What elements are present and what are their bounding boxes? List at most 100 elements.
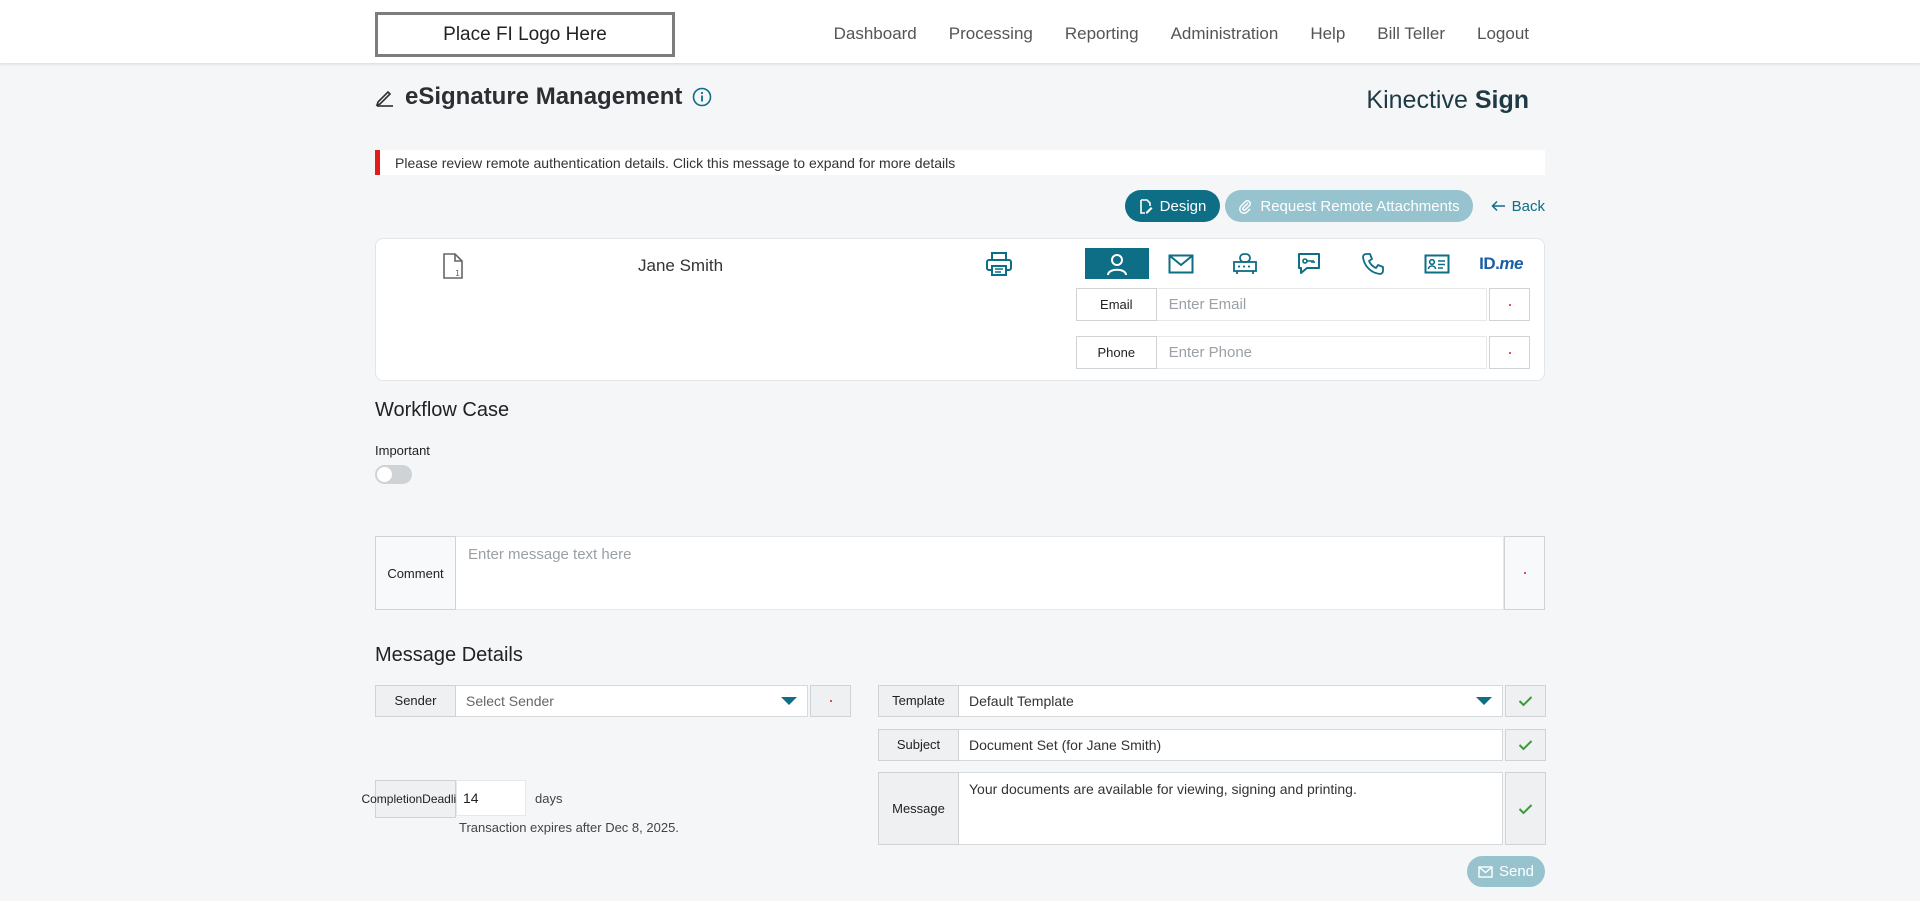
phone-row: Phone Enter Phone: [1076, 336, 1530, 369]
status-dot: [829, 700, 832, 702]
auth-tab-email[interactable]: [1149, 248, 1213, 279]
status-dot: [1508, 351, 1511, 354]
checkmark-icon: [1518, 696, 1533, 707]
sender-select-value: Select Sender: [466, 693, 554, 709]
sender-status-button[interactable]: [810, 685, 851, 717]
phone-field[interactable]: Enter Phone: [1156, 336, 1488, 369]
nav-help[interactable]: Help: [1310, 24, 1345, 44]
comment-status-button[interactable]: [1504, 536, 1545, 610]
toggle-knob: [377, 467, 392, 482]
template-check-button[interactable]: [1505, 685, 1546, 717]
nav-logout[interactable]: Logout: [1477, 24, 1529, 44]
idme-main: ID.: [1479, 253, 1500, 273]
signer-card: 1 Jane Smith ID.me Email Enter Email Pho…: [375, 238, 1545, 381]
important-toggle[interactable]: [375, 465, 412, 484]
arrow-left-icon: [1491, 200, 1505, 212]
svg-text:1: 1: [455, 269, 460, 278]
kinective-sign-logo: Kinective Sign: [1366, 86, 1529, 115]
message-row: Message Your documents are available for…: [878, 772, 1546, 845]
paperclip-icon: [1239, 199, 1252, 214]
email-status-button[interactable]: [1489, 288, 1530, 321]
deadline-days-input[interactable]: 14: [456, 780, 526, 816]
message-label: Message: [878, 772, 959, 845]
subject-field[interactable]: Document Set (for Jane Smith): [959, 729, 1503, 761]
expires-note: Transaction expires after Dec 8, 2025.: [459, 820, 679, 835]
nav-processing[interactable]: Processing: [949, 24, 1033, 44]
brand-light: Kinective: [1366, 86, 1468, 114]
mail-icon: [1168, 254, 1194, 273]
main-nav: Dashboard Processing Reporting Administr…: [802, 24, 1529, 44]
design-label: Design: [1159, 197, 1207, 215]
page-title: eSignature Management: [375, 83, 712, 111]
chevron-down-icon: [1476, 697, 1492, 705]
template-select[interactable]: Default Template: [959, 685, 1503, 717]
signer-name: Jane Smith: [638, 256, 724, 275]
checkmark-icon: [1518, 803, 1533, 814]
pen-icon: [375, 87, 395, 107]
page-title-text: eSignature Management: [405, 83, 683, 110]
action-bar: Design Request Remote Attachments Back: [1124, 190, 1545, 222]
info-icon[interactable]: [692, 87, 712, 107]
auth-tab-person[interactable]: [1085, 248, 1149, 279]
idme-italic: me: [1499, 253, 1523, 273]
chat-key-icon: [1298, 252, 1320, 274]
back-label: Back: [1511, 197, 1545, 215]
nav-user[interactable]: Bill Teller: [1377, 24, 1445, 44]
auth-tab-phone[interactable]: [1341, 248, 1405, 279]
design-button[interactable]: Design: [1124, 190, 1221, 222]
request-remote-attachments-button[interactable]: Request Remote Attachments: [1225, 190, 1473, 222]
nav-reporting[interactable]: Reporting: [1065, 24, 1139, 44]
deadline-label-line1: Completion: [361, 791, 423, 806]
auth-tab-router[interactable]: [1213, 248, 1277, 279]
top-bar: Place FI Logo Here Dashboard Processing …: [0, 0, 1920, 63]
auth-alert-message[interactable]: Please review remote authentication deta…: [375, 150, 1545, 175]
message-check-button[interactable]: [1505, 772, 1546, 845]
idme-logo: ID.me: [1479, 254, 1523, 274]
phone-icon: [1362, 252, 1384, 275]
sender-select[interactable]: Select Sender: [456, 685, 808, 717]
template-select-value: Default Template: [969, 693, 1074, 709]
email-label: Email: [1076, 288, 1157, 321]
important-label: Important: [375, 443, 430, 458]
subject-check-button[interactable]: [1505, 729, 1546, 761]
comment-input[interactable]: Enter message text here: [456, 536, 1504, 610]
id-card-icon: [1424, 254, 1450, 273]
send-label: Send: [1498, 863, 1535, 880]
workflow-case-heading: Workflow Case: [375, 399, 510, 421]
send-button[interactable]: Send: [1467, 856, 1545, 887]
email-row: Email Enter Email: [1076, 288, 1530, 321]
auth-method-tabs: ID.me: [1085, 248, 1533, 279]
template-row: Template Default Template: [878, 685, 1546, 717]
auth-tab-chat-key[interactable]: [1277, 248, 1341, 279]
message-details-heading: Message Details: [375, 644, 523, 666]
document-icon: 1: [442, 253, 464, 284]
phone-status-button[interactable]: [1489, 336, 1530, 369]
template-label: Template: [878, 685, 959, 717]
auth-tab-id-card[interactable]: [1405, 248, 1469, 279]
fi-logo-placeholder[interactable]: Place FI Logo Here: [375, 12, 675, 57]
mail-icon: [1478, 865, 1493, 878]
days-unit: days: [535, 791, 563, 806]
message-field[interactable]: Your documents are available for viewing…: [959, 772, 1503, 845]
subject-row: Subject Document Set (for Jane Smith): [878, 729, 1546, 761]
phone-label: Phone: [1076, 336, 1157, 369]
auth-tab-idme[interactable]: ID.me: [1469, 248, 1533, 279]
status-dot: [1523, 572, 1526, 574]
email-field[interactable]: Enter Email: [1156, 288, 1488, 321]
person-icon: [1107, 253, 1127, 275]
nav-administration[interactable]: Administration: [1171, 24, 1279, 44]
completion-deadline-label: Completion Deadline: [361, 780, 470, 818]
request-remote-label: Request Remote Attachments: [1260, 197, 1460, 215]
back-button[interactable]: Back: [1491, 198, 1545, 215]
status-dot: [1508, 303, 1511, 306]
nav-dashboard[interactable]: Dashboard: [834, 24, 917, 44]
subject-label: Subject: [878, 729, 959, 761]
comment-row: Comment Enter message text here: [375, 536, 1545, 610]
document-edit-icon: [1139, 198, 1153, 214]
chevron-down-icon: [781, 697, 797, 705]
printer-icon[interactable]: [985, 251, 1013, 282]
sender-label: Sender: [375, 685, 456, 717]
checkmark-icon: [1518, 740, 1533, 751]
sender-row: Sender Select Sender: [375, 685, 851, 717]
comment-label: Comment: [375, 536, 456, 610]
